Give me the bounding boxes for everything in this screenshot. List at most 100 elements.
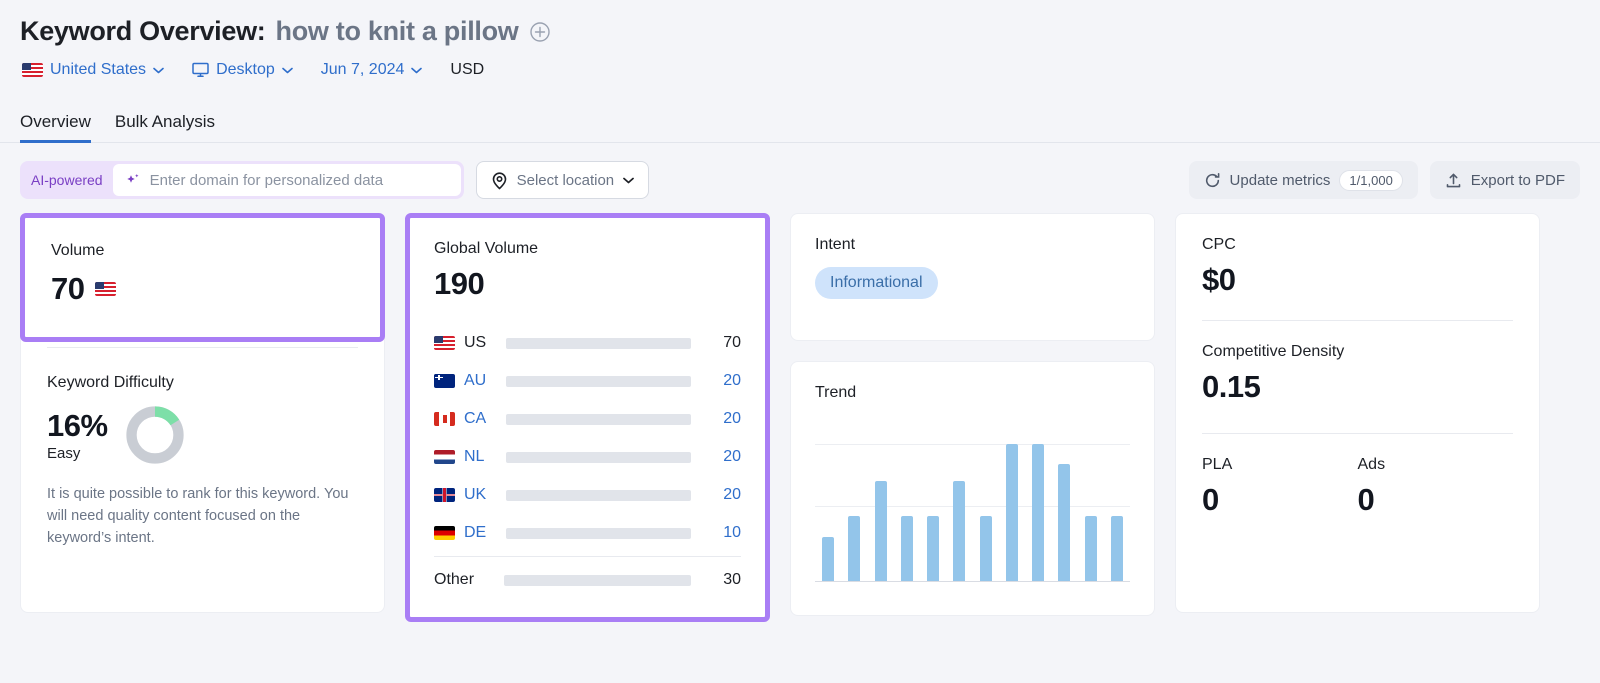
cpc-label: CPC bbox=[1202, 236, 1236, 253]
trend-content: Trend bbox=[791, 362, 1154, 582]
country-row-ca[interactable]: CA 20 bbox=[434, 400, 741, 438]
global-volume-label: Global Volume bbox=[434, 240, 539, 257]
chart-bar[interactable] bbox=[1110, 516, 1123, 581]
intent-card: Intent Informational bbox=[790, 213, 1155, 341]
update-metrics-button[interactable]: Update metrics 1/1,000 bbox=[1188, 161, 1418, 199]
toolbar: AI-powered Enter domain for personalized… bbox=[0, 143, 1600, 199]
domain-input-placeholder: Enter domain for personalized data bbox=[149, 171, 384, 189]
chart-bar[interactable] bbox=[900, 516, 913, 581]
date-selector[interactable]: Jun 7, 2024 bbox=[321, 61, 423, 79]
chart-bar-slot bbox=[894, 430, 920, 581]
country-breakdown-list: US 70 AU 20 CA 20 NL 20 UK 20 DE 10 Othe… bbox=[434, 324, 741, 599]
volume-section: Volume 70 bbox=[25, 218, 380, 307]
country-code: AU bbox=[464, 372, 487, 389]
volume-bar-track bbox=[506, 451, 691, 463]
trend-card: Trend bbox=[790, 361, 1155, 616]
volume-highlight-box: Volume 70 bbox=[20, 213, 385, 342]
nl-flag-icon bbox=[434, 450, 455, 464]
global-volume-card: Global Volume 190 US 70 AU 20 CA 20 NL 2… bbox=[410, 218, 765, 617]
country-code: US bbox=[464, 334, 487, 351]
ads-label: Ads bbox=[1357, 456, 1386, 473]
intent-chip[interactable]: Informational bbox=[815, 267, 938, 299]
chart-bar[interactable] bbox=[1005, 443, 1018, 581]
plus-circle-icon[interactable] bbox=[529, 21, 551, 43]
update-metrics-count: 1/1,000 bbox=[1339, 169, 1403, 191]
ads-value: 0 bbox=[1357, 482, 1375, 517]
export-pdf-button[interactable]: Export to PDF bbox=[1429, 161, 1580, 199]
chart-bar-slot bbox=[920, 430, 946, 581]
chart-bar[interactable] bbox=[979, 516, 992, 581]
country-row-us[interactable]: US 70 bbox=[434, 324, 741, 362]
country-row-nl[interactable]: NL 20 bbox=[434, 438, 741, 476]
chevron-down-icon bbox=[411, 67, 423, 74]
chart-bar[interactable] bbox=[1084, 516, 1097, 581]
list-divider bbox=[434, 556, 741, 557]
toolbar-right-group: Update metrics 1/1,000 Export to PDF bbox=[1188, 161, 1580, 199]
keyword-difficulty-rating: Easy bbox=[47, 445, 81, 462]
location-selector[interactable]: Select location bbox=[475, 161, 650, 199]
ads-block: Ads 0 bbox=[1358, 456, 1514, 518]
keyword-difficulty-values: 16% Easy bbox=[47, 408, 108, 462]
device-selector[interactable]: Desktop bbox=[192, 61, 293, 79]
chart-bar[interactable] bbox=[1058, 464, 1071, 581]
country-volume: 20 bbox=[723, 486, 741, 503]
location-pin-icon bbox=[491, 171, 508, 190]
trend-label: Trend bbox=[815, 384, 857, 401]
chart-bar-slot bbox=[1051, 430, 1077, 581]
keyword-difficulty-row: 16% Easy bbox=[47, 404, 358, 466]
page-title-prefix: Keyword Overview: bbox=[20, 16, 266, 46]
update-metrics-label: Update metrics bbox=[1229, 171, 1331, 189]
volume-difficulty-card: Volume 70 Keyword Difficulty 16% Easy It… bbox=[20, 213, 385, 613]
chart-bar-slot bbox=[1104, 430, 1130, 581]
cpc-card: CPC $0 Competitive Density 0.15 PLA 0 Ad… bbox=[1175, 213, 1540, 613]
uk-flag-icon bbox=[434, 488, 455, 502]
chart-bar[interactable] bbox=[953, 480, 966, 581]
chart-bar[interactable] bbox=[874, 480, 887, 581]
chart-bar[interactable] bbox=[927, 516, 940, 581]
volume-bar-track bbox=[504, 574, 691, 586]
us-flag-icon bbox=[434, 336, 455, 350]
intent-content: Intent Informational bbox=[791, 214, 1154, 321]
export-pdf-label: Export to PDF bbox=[1470, 171, 1565, 189]
currency-value: USD bbox=[450, 61, 485, 78]
country-selector[interactable]: United States bbox=[22, 61, 164, 79]
cpc-section: CPC $0 bbox=[1176, 214, 1539, 298]
volume-bar-track bbox=[506, 413, 691, 425]
country-row-uk[interactable]: UK 20 bbox=[434, 476, 741, 514]
keyword-overview-page: Keyword Overview: how to knit a pillow U… bbox=[0, 0, 1600, 683]
difficulty-donut-chart bbox=[124, 404, 186, 466]
volume-label: Volume bbox=[51, 242, 105, 259]
chart-bar-slot bbox=[815, 430, 841, 581]
chart-bar[interactable] bbox=[848, 516, 861, 581]
country-row-de[interactable]: DE 10 bbox=[434, 514, 741, 552]
chevron-down-icon bbox=[623, 177, 635, 184]
toolbar-left-group: AI-powered Enter domain for personalized… bbox=[20, 161, 650, 199]
chart-bar-slot bbox=[841, 430, 867, 581]
chart-bar-slot bbox=[1025, 430, 1051, 581]
volume-value: 70 bbox=[51, 271, 85, 306]
chart-bar[interactable] bbox=[1032, 443, 1045, 581]
tab-bar: Overview Bulk Analysis bbox=[0, 101, 1600, 143]
global-volume-value: 190 bbox=[434, 266, 485, 301]
column-volume: Volume 70 Keyword Difficulty 16% Easy It… bbox=[20, 213, 385, 613]
tab-overview[interactable]: Overview bbox=[20, 112, 91, 143]
competitive-density-value: 0.15 bbox=[1202, 369, 1261, 404]
country-volume: 20 bbox=[723, 372, 741, 389]
country-volume: 20 bbox=[723, 448, 741, 465]
chart-bar[interactable] bbox=[822, 537, 835, 581]
country-row-au[interactable]: AU 20 bbox=[434, 362, 741, 400]
country-volume: 20 bbox=[723, 410, 741, 427]
country-code: DE bbox=[464, 524, 487, 541]
tab-bulk-analysis[interactable]: Bulk Analysis bbox=[115, 112, 215, 142]
country-code: UK bbox=[464, 486, 487, 503]
cpc-value: $0 bbox=[1202, 262, 1236, 297]
keyword-difficulty-section: Keyword Difficulty 16% Easy It is quite … bbox=[21, 348, 384, 571]
sparkle-icon bbox=[125, 172, 141, 188]
country-volume: 70 bbox=[723, 334, 741, 351]
intent-label: Intent bbox=[815, 236, 856, 253]
ai-powered-badge: AI-powered bbox=[31, 172, 103, 188]
global-volume-highlight-box: Global Volume 190 US 70 AU 20 CA 20 NL 2… bbox=[405, 213, 770, 622]
domain-input[interactable]: Enter domain for personalized data bbox=[112, 164, 461, 196]
page-header: Keyword Overview: how to knit a pillow U… bbox=[0, 0, 1600, 79]
competitive-density-label: Competitive Density bbox=[1202, 343, 1345, 360]
